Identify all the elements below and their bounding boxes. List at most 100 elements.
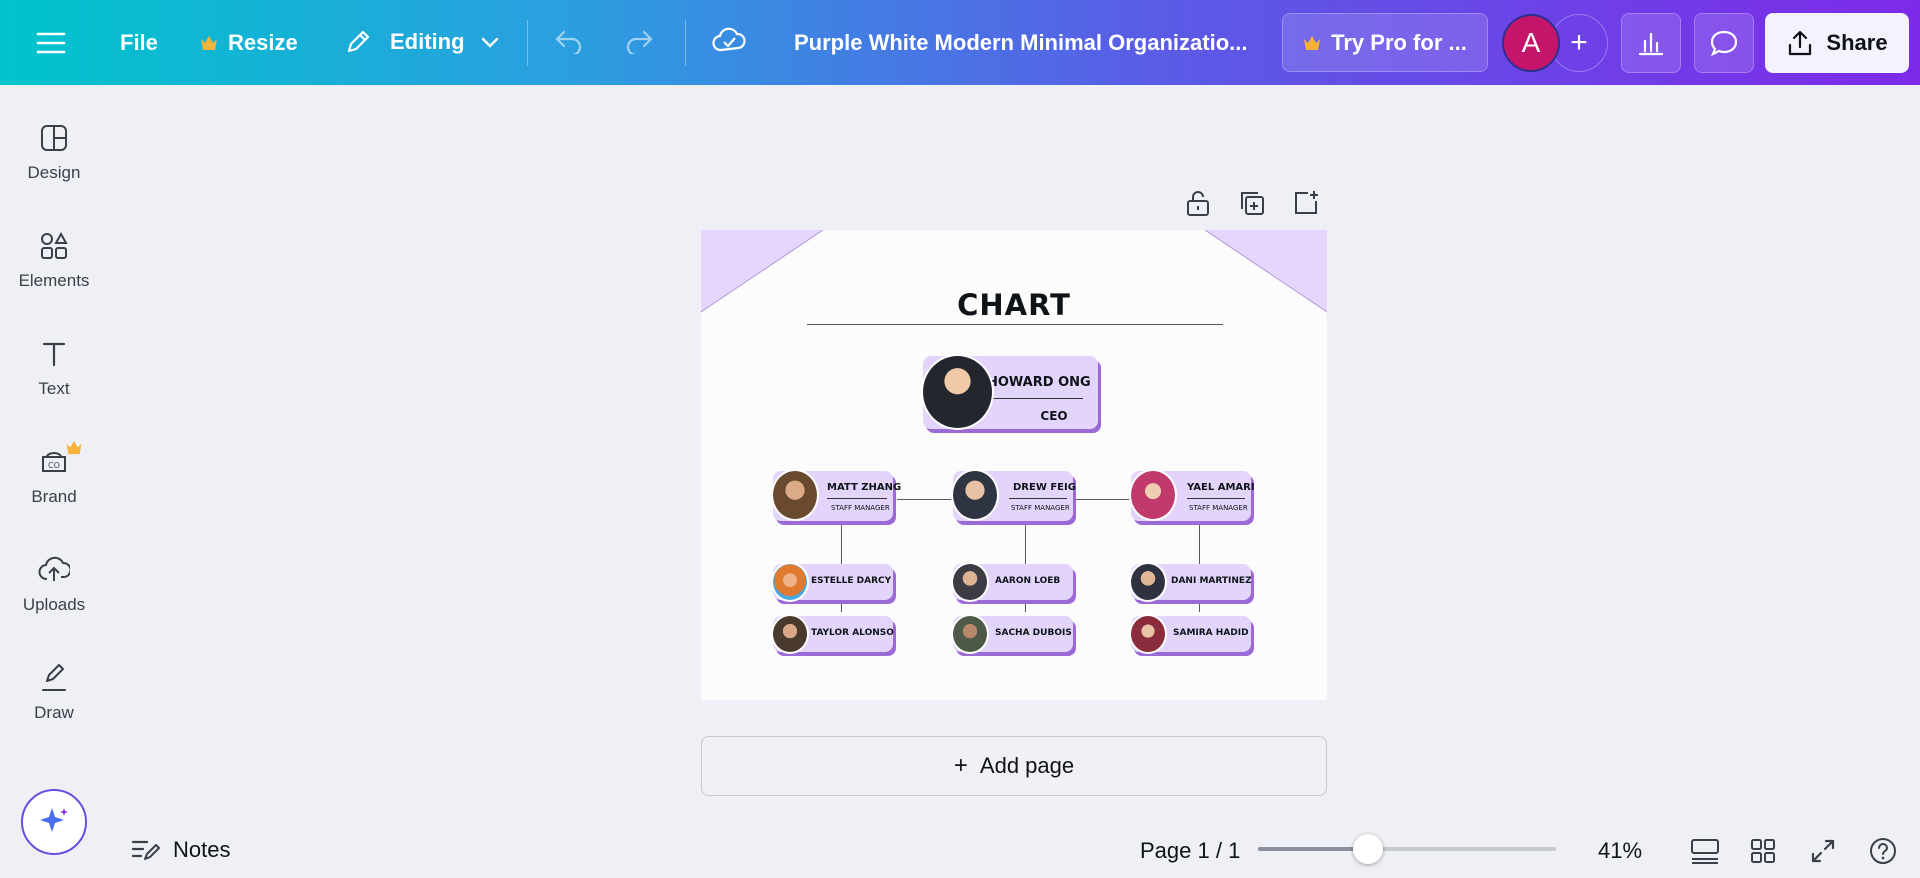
add-page-icon — [1292, 189, 1320, 217]
sidebar-item-design[interactable]: Design — [0, 121, 108, 211]
editing-label: Editing — [390, 29, 465, 54]
document-title-text: Purple White Modern Minimal Organizatio.… — [794, 30, 1248, 55]
help-icon — [1868, 836, 1898, 866]
duplicate-page-button[interactable] — [1235, 186, 1269, 220]
design-icon — [37, 121, 71, 155]
zoom-slider-handle[interactable] — [1353, 834, 1384, 864]
pencil-icon — [344, 28, 372, 56]
grid-view-button[interactable] — [1746, 834, 1780, 868]
card-divider — [987, 398, 1083, 399]
avatar-samira-hadid — [1129, 614, 1167, 654]
file-label: File — [120, 30, 158, 55]
card-divider — [1187, 498, 1245, 499]
avatar-howard-ong — [921, 354, 994, 430]
avatar-yael-amari — [1129, 469, 1177, 521]
notes-label: Notes — [173, 837, 231, 862]
card-divider — [1009, 498, 1067, 499]
zoom-level[interactable]: 41% — [1598, 838, 1642, 864]
editing-mode-dropdown[interactable]: Editing — [344, 28, 499, 56]
add-page-icon-button[interactable] — [1289, 186, 1323, 220]
toolbar-divider — [527, 20, 528, 66]
share-button[interactable]: Share — [1765, 13, 1909, 73]
pages-view-icon — [1690, 837, 1720, 865]
card-name: HOWARD ONG — [987, 375, 1091, 390]
sidebar-item-label: Elements — [18, 271, 90, 290]
card-name: AARON LOEB — [995, 576, 1061, 586]
add-page-button[interactable]: + Add page — [701, 736, 1327, 796]
zoom-slider-fill — [1258, 847, 1369, 851]
help-button[interactable] — [1866, 834, 1900, 868]
fullscreen-button[interactable] — [1806, 834, 1840, 868]
grid-icon — [1749, 837, 1777, 865]
sidebar-item-label: Draw — [34, 703, 74, 722]
sparkle-icon — [37, 805, 71, 839]
try-pro-button[interactable]: Try Pro for ... — [1282, 13, 1488, 72]
card-divider — [827, 498, 887, 499]
left-sidebar: Design Elements Text CO Brand Uploads Dr… — [0, 85, 108, 878]
resize-label: Resize — [228, 30, 298, 55]
file-menu-button[interactable]: File — [120, 30, 158, 56]
lock-icon — [1185, 189, 1211, 217]
pages-view-button[interactable] — [1688, 834, 1722, 868]
magic-assistant-button[interactable] — [21, 789, 87, 855]
sidebar-item-uploads[interactable]: Uploads — [0, 553, 108, 643]
elements-icon — [37, 229, 71, 263]
card-role: STAFF MANAGER — [831, 504, 890, 512]
bar-chart-icon — [1637, 29, 1665, 57]
zoom-slider[interactable] — [1258, 834, 1556, 864]
redo-icon — [624, 28, 654, 54]
try-pro-label: Try Pro for ... — [1331, 29, 1467, 55]
svg-text:CO: CO — [48, 461, 60, 470]
avatar-taylor-alonso — [771, 614, 809, 654]
card-role: STAFF MANAGER — [1011, 504, 1070, 512]
design-page[interactable]: CHART HOWARD ONG CEO MATT ZHANG STAFF MA… — [701, 230, 1327, 700]
card-name: ESTELLE DARCY — [811, 576, 892, 586]
add-page-label: Add page — [979, 753, 1075, 778]
notes-button[interactable]: Notes — [131, 837, 230, 863]
card-name: SACHA DUBOIS — [995, 628, 1072, 638]
avatar-estelle-darcy — [771, 562, 809, 602]
menu-icon[interactable] — [36, 26, 70, 60]
draw-icon — [37, 661, 71, 695]
sidebar-item-label: Brand — [31, 487, 77, 506]
save-status-button[interactable] — [712, 26, 746, 56]
sidebar-item-label: Design — [27, 163, 81, 182]
sidebar-item-text[interactable]: Text — [0, 337, 108, 427]
chart-title: CHART — [957, 288, 1071, 322]
page-indicator[interactable]: Page 1 / 1 — [1140, 838, 1240, 864]
sidebar-item-draw[interactable]: Draw — [0, 661, 108, 751]
lock-page-button[interactable] — [1181, 186, 1215, 220]
crown-icon — [65, 440, 83, 460]
sidebar-item-elements[interactable]: Elements — [0, 229, 108, 319]
share-label: Share — [1826, 30, 1888, 55]
user-avatar[interactable]: A — [1502, 14, 1560, 72]
sidebar-item-label: Uploads — [22, 595, 86, 614]
chevron-down-icon — [481, 36, 499, 48]
sidebar-item-label: Text — [38, 379, 70, 398]
undo-icon — [554, 28, 584, 54]
avatar-aaron-loeb — [951, 562, 989, 602]
card-name: DREW FEIG — [1013, 482, 1076, 493]
card-name: TAYLOR ALONSO — [811, 628, 894, 638]
plus-icon: + — [1570, 26, 1588, 59]
comments-button[interactable] — [1694, 13, 1754, 73]
expand-icon — [1809, 837, 1837, 865]
avatar-initial: A — [1521, 27, 1541, 58]
notes-icon — [131, 837, 161, 863]
card-name: MATT ZHANG — [827, 482, 902, 493]
insights-button[interactable] — [1621, 13, 1681, 73]
cloud-check-icon — [712, 26, 746, 56]
undo-button[interactable] — [554, 28, 584, 54]
avatar-sacha-dubois — [951, 614, 989, 654]
sidebar-item-brand[interactable]: CO Brand — [0, 440, 108, 535]
avatar-drew-feig — [951, 469, 999, 521]
avatar-dani-martinez — [1129, 562, 1167, 602]
redo-button[interactable] — [624, 28, 654, 54]
plus-icon: + — [953, 752, 968, 779]
title-underline — [807, 324, 1223, 325]
document-title[interactable]: Purple White Modern Minimal Organizatio.… — [794, 30, 1247, 56]
card-role: STAFF MANAGER — [1189, 504, 1248, 512]
comment-icon — [1709, 29, 1739, 57]
resize-button[interactable]: Resize — [200, 30, 298, 56]
toolbar-divider — [685, 20, 686, 66]
